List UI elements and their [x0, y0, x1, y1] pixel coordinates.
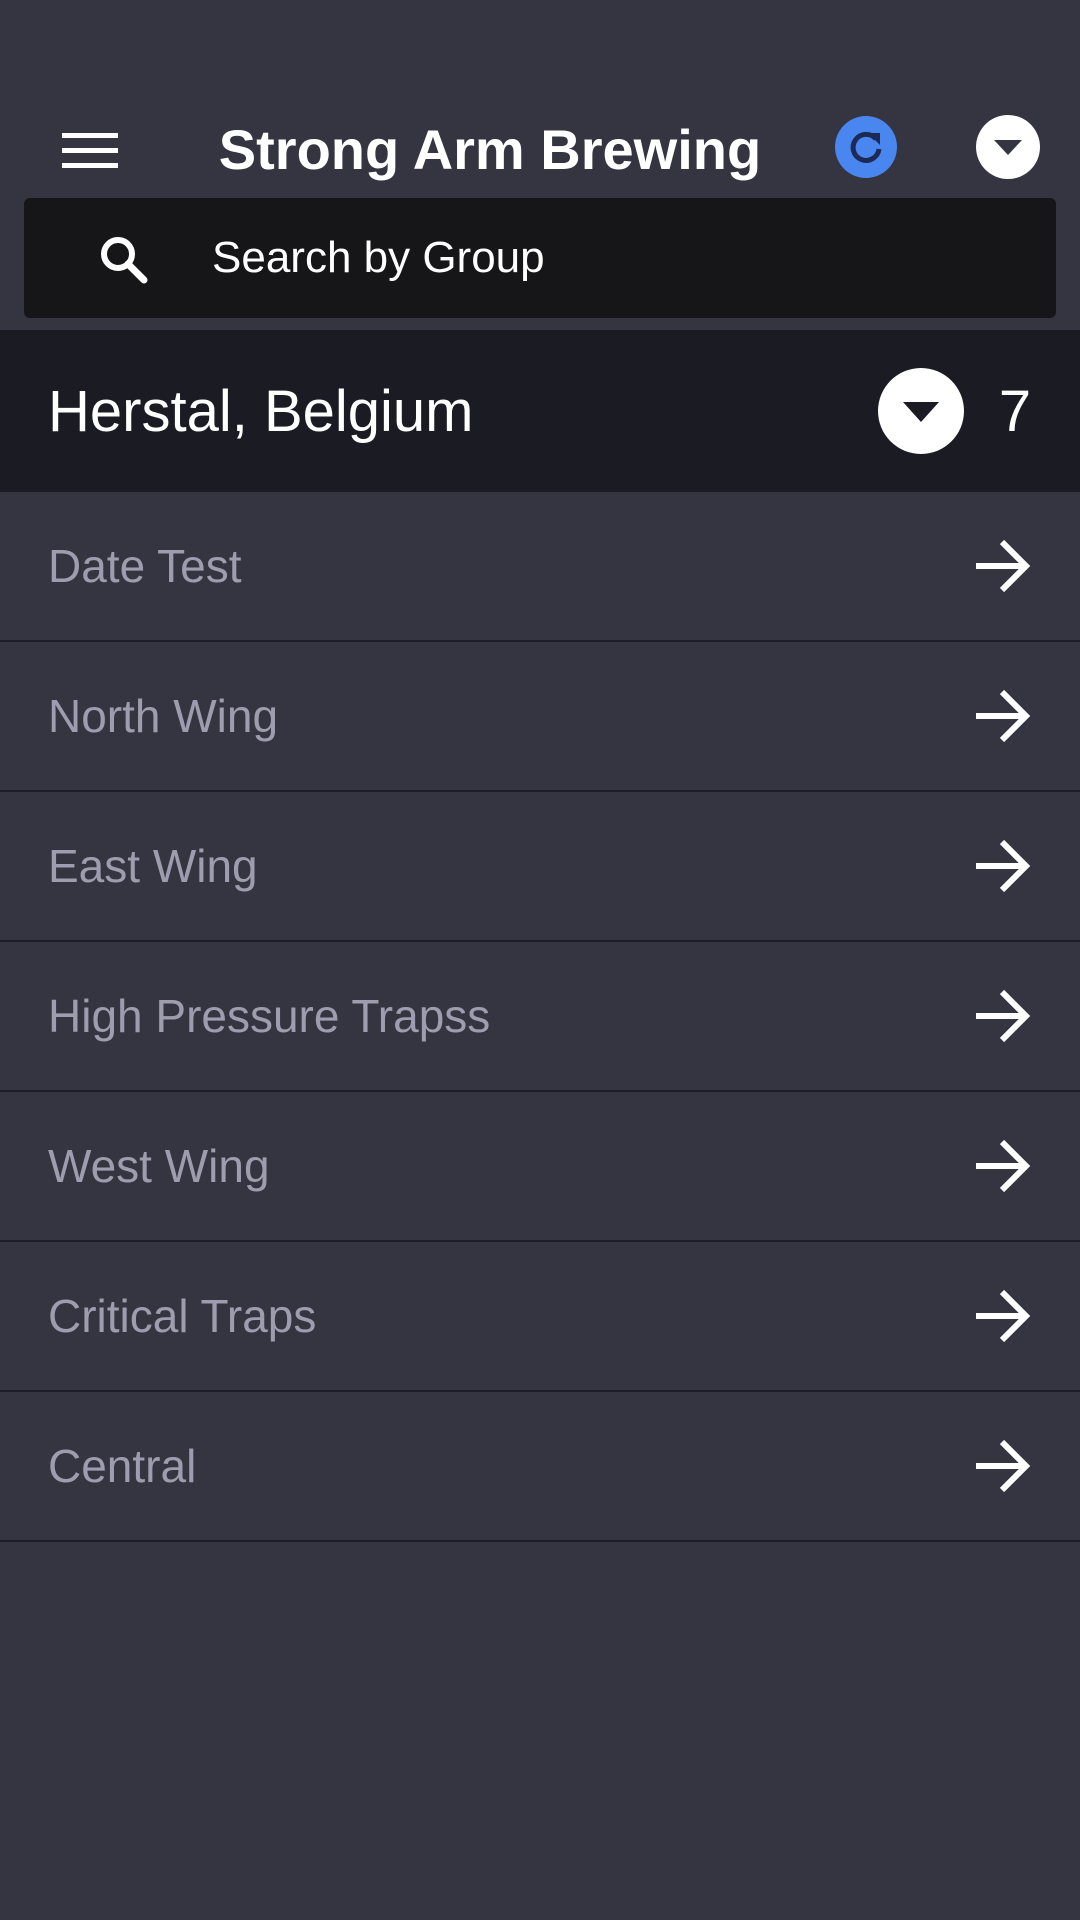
- group-header[interactable]: Herstal, Belgium 7: [0, 330, 1080, 492]
- caret-down-icon: [994, 140, 1022, 155]
- group-collapse-toggle[interactable]: [878, 368, 964, 454]
- list-item[interactable]: Critical Traps: [0, 1242, 1080, 1392]
- arrow-right-icon: [976, 989, 1031, 1043]
- list-item[interactable]: North Wing: [0, 642, 1080, 792]
- search-input[interactable]: [188, 222, 1076, 294]
- list-item[interactable]: High Pressure Trapss: [0, 942, 1080, 1092]
- refresh-button[interactable]: [835, 116, 897, 178]
- search-bar: [24, 198, 1076, 318]
- arrow-right-icon: [976, 1439, 1031, 1493]
- arrow-right-icon: [976, 539, 1031, 593]
- list-item-label: North Wing: [48, 690, 279, 742]
- list-item[interactable]: Central: [0, 1392, 1080, 1542]
- list-item-label: West Wing: [48, 1140, 270, 1192]
- arrow-right-icon: [976, 839, 1031, 893]
- arrow-right-icon: [976, 689, 1031, 743]
- list-item-label: East Wing: [48, 840, 258, 892]
- list-item-label: High Pressure Trapss: [48, 990, 491, 1042]
- group-name: Herstal, Belgium: [48, 379, 474, 444]
- group-item-count: 7: [998, 379, 1032, 444]
- app-screen: Strong Arm Brewing Herstal, Belgium: [0, 0, 1080, 1920]
- caret-down-icon: [903, 402, 939, 422]
- arrow-right-icon: [976, 1139, 1031, 1193]
- page-title: Strong Arm Brewing: [218, 118, 762, 181]
- header-dropdown-button[interactable]: [976, 115, 1040, 179]
- list-item[interactable]: West Wing: [0, 1092, 1080, 1242]
- list-item-label: Central: [48, 1440, 197, 1492]
- refresh-icon: [850, 131, 882, 163]
- search-icon: [101, 237, 148, 284]
- list-item[interactable]: East Wing: [0, 792, 1080, 942]
- list-item-label: Critical Traps: [48, 1290, 317, 1342]
- list-item-label: Date Test: [48, 540, 242, 592]
- menu-button[interactable]: [50, 120, 130, 182]
- hamburger-menu-icon: [62, 133, 118, 168]
- arrow-right-icon: [976, 1289, 1031, 1343]
- group-list: Date Test North Wing East Wing High Pres…: [0, 492, 1080, 1542]
- list-item[interactable]: Date Test: [0, 492, 1080, 642]
- top-app-bar: Strong Arm Brewing: [0, 0, 1080, 198]
